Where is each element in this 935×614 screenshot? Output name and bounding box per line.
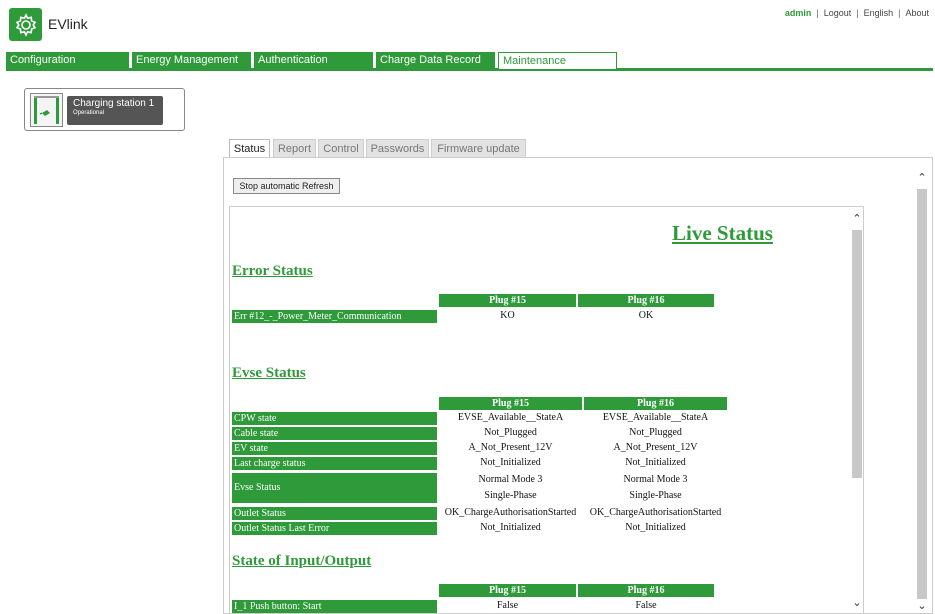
inner-scroll-thumb[interactable]	[852, 230, 862, 478]
station-name: Charging station 1	[73, 98, 155, 109]
table-cell: Single-Phase	[629, 490, 682, 501]
table-cell: Not_Plugged	[484, 427, 537, 438]
table-cell: A_Not_Present_12V	[613, 442, 698, 453]
table-cell: OK	[638, 310, 654, 321]
table-row-label: EV state	[232, 442, 437, 455]
table-cell: Not_Plugged	[629, 427, 682, 438]
table-cell: OK_ChargeAuthorisationStarted	[444, 507, 577, 518]
logout-link[interactable]: Logout	[824, 8, 852, 18]
table-row-label: Evse Status	[232, 473, 437, 503]
io-status-title: State of Input/Output	[232, 553, 372, 569]
table-cell: False	[635, 600, 657, 611]
scroll-down-icon[interactable]: ⌄	[916, 600, 928, 612]
table-row-label: Outlet Status	[232, 507, 437, 520]
table-cell: A_Not_Present_12V	[468, 442, 553, 453]
table-cell: KO	[500, 310, 515, 321]
table-cell: OK_ChargeAuthorisationStarted	[589, 507, 722, 518]
table-cell: Normal Mode 3	[623, 474, 688, 485]
io-col-plug-16: Plug #16	[578, 584, 714, 597]
tab-report[interactable]: Report	[273, 139, 316, 158]
table-cell: EVSE_Available__StateA	[602, 412, 709, 423]
inner-scroll-down-icon[interactable]: ⌄	[851, 597, 863, 609]
table-cell: Not_Initialized	[480, 457, 541, 468]
evse-status-title: Evse Status	[232, 365, 306, 381]
top-links: admin | Logout | English | About	[784, 8, 929, 18]
table-row-label: Err #12_-_Power_Meter_Communication	[232, 310, 437, 323]
app-title: EVlink	[48, 16, 88, 32]
user-link[interactable]: admin	[785, 8, 812, 18]
scroll-up-icon[interactable]: ⌃	[916, 172, 928, 184]
table-row-label: CPW state	[232, 412, 437, 425]
main-nav: Configuration Energy Management Authenti…	[6, 52, 933, 71]
evse-col-plug-15: Plug #15	[439, 397, 582, 410]
tab-firmware-update[interactable]: Firmware update	[431, 139, 526, 158]
inner-scrollbar[interactable]: ⌃ ⌄	[851, 213, 863, 613]
tab-passwords[interactable]: Passwords	[366, 139, 429, 158]
table-cell: Not_Initialized	[625, 522, 686, 533]
nav-tab-charge-data-record[interactable]: Charge Data Record	[376, 52, 495, 68]
stop-refresh-button[interactable]: Stop automatic Refresh	[233, 178, 340, 194]
io-col-plug-15: Plug #15	[439, 584, 576, 597]
nav-tab-maintenance[interactable]: Maintenance	[498, 52, 617, 69]
nav-tab-energy-management[interactable]: Energy Management	[132, 52, 251, 68]
table-cell: Not_Initialized	[625, 457, 686, 468]
scroll-thumb[interactable]	[917, 189, 927, 599]
inner-scroll-up-icon[interactable]: ⌃	[851, 213, 863, 225]
table-cell: Single-Phase	[484, 490, 537, 501]
error-col-plug-16: Plug #16	[578, 294, 714, 307]
nav-tab-configuration[interactable]: Configuration	[6, 52, 129, 68]
table-row-label: Cable state	[232, 427, 437, 440]
evse-col-plug-16: Plug #16	[584, 397, 727, 410]
language-link[interactable]: English	[864, 8, 894, 18]
station-label: Charging station 1 Operational	[67, 96, 163, 125]
table-row-label: I_1 Push button: Start	[232, 600, 437, 613]
outer-scrollbar[interactable]: ⌃ ⌄	[916, 172, 928, 612]
live-status-title: Live Status	[672, 221, 773, 245]
about-link[interactable]: About	[905, 8, 929, 18]
nav-tab-authentication[interactable]: Authentication	[254, 52, 373, 68]
table-row-label: Outlet Status Last Error	[232, 522, 437, 535]
table-cell: EVSE_Available__StateA	[457, 412, 564, 423]
charging-station-card[interactable]: Charging station 1 Operational	[24, 88, 185, 131]
charging-station-icon	[30, 93, 63, 127]
tab-control[interactable]: Control	[318, 139, 364, 158]
table-cell: Normal Mode 3	[478, 474, 543, 485]
tab-status[interactable]: Status	[229, 139, 270, 159]
table-cell: False	[496, 600, 519, 611]
error-status-title: Error Status	[232, 263, 313, 279]
station-state: Operational	[73, 110, 105, 116]
live-status-frame: Live Status Error Status Plug #15 Plug #…	[229, 206, 864, 614]
evlink-logo-icon	[9, 8, 42, 41]
error-col-plug-15: Plug #15	[439, 294, 576, 307]
table-cell: Not_Initialized	[480, 522, 541, 533]
table-row-label: Last charge status	[232, 457, 437, 470]
